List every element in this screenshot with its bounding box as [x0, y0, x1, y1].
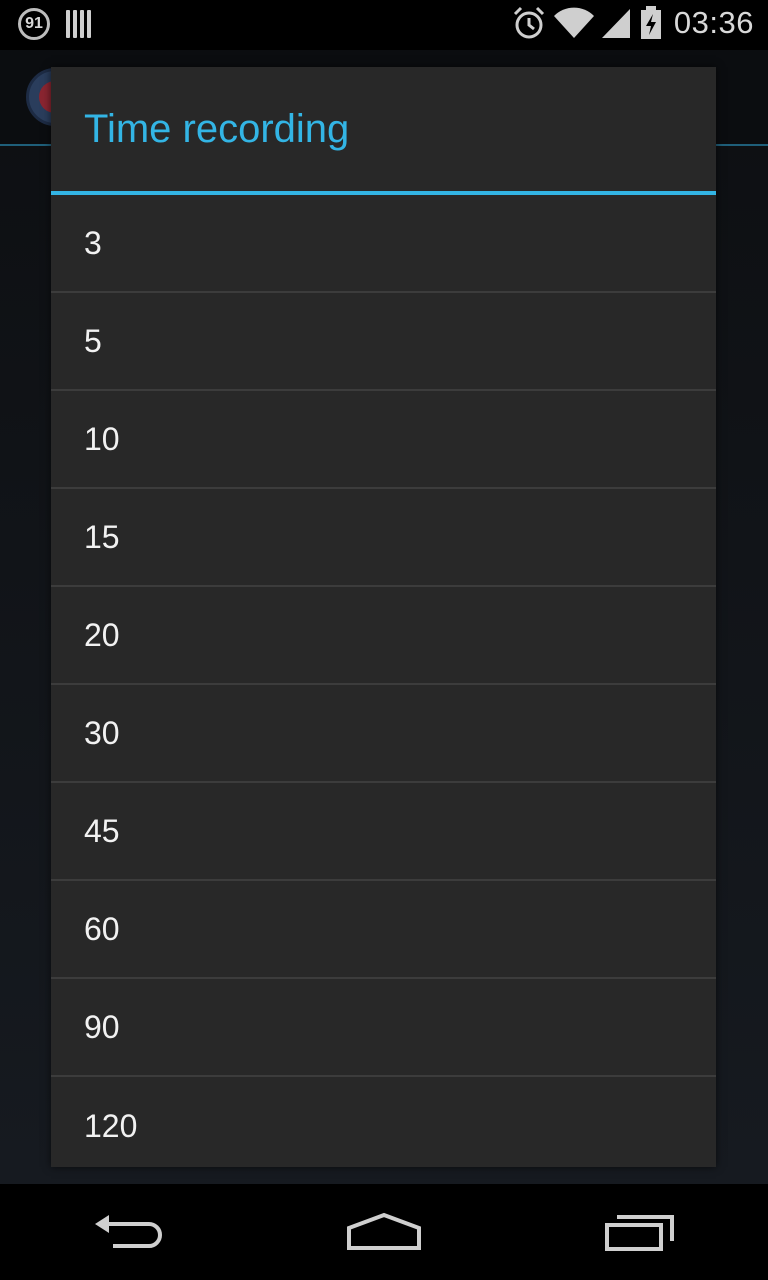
back-icon [95, 1215, 162, 1248]
notification-count-icon: 91 [18, 8, 50, 40]
home-icon [347, 1212, 421, 1250]
option-15[interactable]: 15 [51, 489, 716, 587]
option-30[interactable]: 30 [51, 685, 716, 783]
option-5[interactable]: 5 [51, 293, 716, 391]
clock: 03:36 [673, 5, 754, 40]
option-120[interactable]: 120 [51, 1077, 716, 1167]
recents-button[interactable] [580, 1197, 700, 1267]
navigation-bar [0, 1184, 768, 1280]
option-60[interactable]: 60 [51, 881, 716, 979]
option-45[interactable]: 45 [51, 783, 716, 881]
status-bar-left: 91 [18, 8, 91, 40]
recents-icon [605, 1215, 674, 1251]
option-90[interactable]: 90 [51, 979, 716, 1077]
alarm-icon [513, 6, 544, 39]
home-button[interactable] [324, 1197, 444, 1267]
status-bar: 91 03:36 [0, 0, 768, 50]
barcode-icon [66, 10, 91, 38]
dialog-title: Time recording [51, 67, 716, 195]
signal-icon [601, 9, 630, 38]
option-20[interactable]: 20 [51, 587, 716, 685]
wifi-icon [553, 7, 594, 39]
status-bar-right: 03:36 [512, 5, 754, 41]
time-recording-dialog: Time recording 3 5 10 15 20 30 45 60 90 … [51, 67, 716, 1167]
back-button[interactable] [68, 1197, 188, 1267]
option-10[interactable]: 10 [51, 391, 716, 489]
option-3[interactable]: 3 [51, 195, 716, 293]
battery-charging-icon [640, 6, 661, 39]
